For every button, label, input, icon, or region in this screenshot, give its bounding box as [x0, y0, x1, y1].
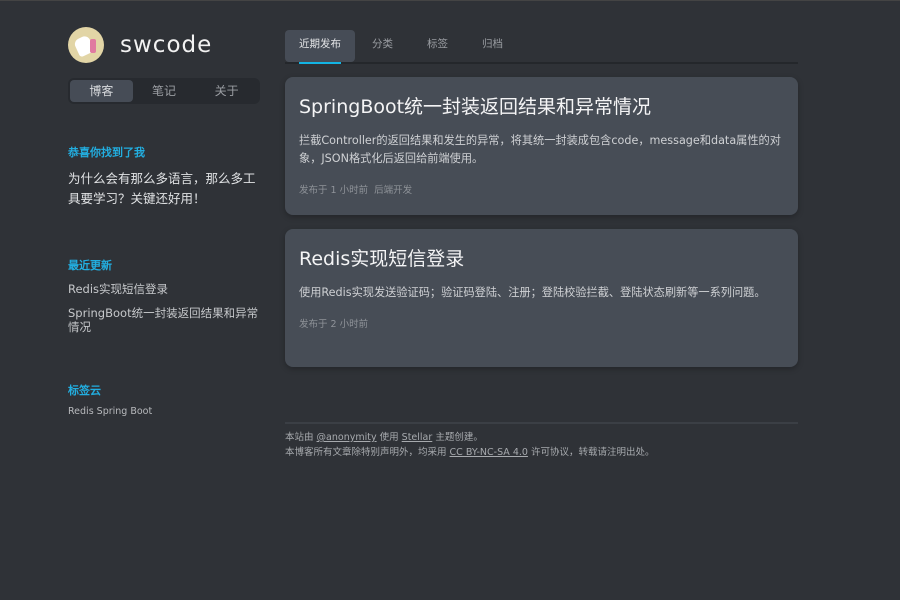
footer-text: 主题创建。 [435, 432, 483, 443]
post-excerpt: 拦截Controller的返回结果和发生的异常，将其统一封装成包含code，me… [299, 134, 781, 165]
tag-link[interactable]: Spring Boot [97, 406, 153, 417]
footer: 本站由 @anonymity 使用 Stellar 主题创建。 本博客所有文章除… [285, 422, 798, 460]
footer-text: 使用 [379, 432, 399, 443]
tag-link[interactable]: Redis [68, 406, 94, 417]
tab-categories[interactable]: 分类 [355, 30, 410, 62]
welcome-widget: 恭喜你找到了我 为什么会有那么多语言，那么多工具要学习？关键还好用！ [68, 144, 260, 209]
site-title[interactable]: swcode [120, 32, 212, 58]
tags-widget: 标签云 Redis Spring Boot [68, 382, 260, 417]
theme-link[interactable]: Stellar [402, 432, 433, 443]
post-date: 发布于 2 小时前 [299, 319, 369, 330]
post-excerpt: 使用Redis实现发送验证码；验证码登陆、注册；登陆校验拦截、登陆状态刷新等一系… [299, 286, 766, 299]
main-nav: 博客 笔记 关于 [68, 78, 260, 104]
widget-title: 恭喜你找到了我 [68, 146, 145, 159]
post-title[interactable]: Redis实现短信登录 [299, 245, 784, 273]
nav-notes[interactable]: 笔记 [133, 80, 196, 102]
avatar[interactable] [68, 27, 104, 63]
footer-text: 本站由 [285, 432, 314, 443]
post-date: 发布于 1 小时前 [299, 185, 369, 196]
footer-text: 许可协议，转载请注明出处。 [530, 447, 655, 458]
post-title[interactable]: SpringBoot统一封装返回结果和异常情况 [299, 93, 784, 121]
widget-title: 最近更新 [68, 259, 112, 272]
site-header[interactable]: swcode [68, 26, 260, 64]
sidebar: swcode 博客 笔记 关于 恭喜你找到了我 为什么会有那么多语言，那么多工具… [68, 26, 260, 417]
license-link[interactable]: CC BY-NC-SA 4.0 [450, 447, 528, 458]
post-card[interactable]: Redis实现短信登录 使用Redis实现发送验证码；验证码登陆、注册；登陆校验… [285, 229, 798, 367]
active-tab-indicator [299, 62, 341, 64]
author-link[interactable]: @anonymity [317, 432, 377, 443]
post-category[interactable]: 后端开发 [374, 185, 412, 196]
widget-title: 标签云 [68, 384, 101, 397]
widget-text: 为什么会有那么多语言，那么多工具要学习？关键还好用！ [68, 171, 256, 206]
tab-recent[interactable]: 近期发布 [285, 30, 355, 62]
nav-blog[interactable]: 博客 [70, 80, 133, 102]
main-content: 近期发布 分类 标签 归档 SpringBoot统一封装返回结果和异常情况 拦截… [285, 30, 798, 460]
recent-item[interactable]: SpringBoot统一封装返回结果和异常情况 [68, 306, 260, 334]
post-card[interactable]: SpringBoot统一封装返回结果和异常情况 拦截Controller的返回结… [285, 77, 798, 215]
recent-item[interactable]: Redis实现短信登录 [68, 282, 260, 296]
nav-about[interactable]: 关于 [195, 80, 258, 102]
tab-bar: 近期发布 分类 标签 归档 [285, 30, 798, 64]
tab-tags[interactable]: 标签 [410, 30, 465, 62]
recent-widget: 最近更新 Redis实现短信登录 SpringBoot统一封装返回结果和异常情况 [68, 257, 260, 334]
tab-archive[interactable]: 归档 [465, 30, 520, 62]
footer-text: 本博客所有文章除特别声明外，均采用 [285, 447, 447, 458]
